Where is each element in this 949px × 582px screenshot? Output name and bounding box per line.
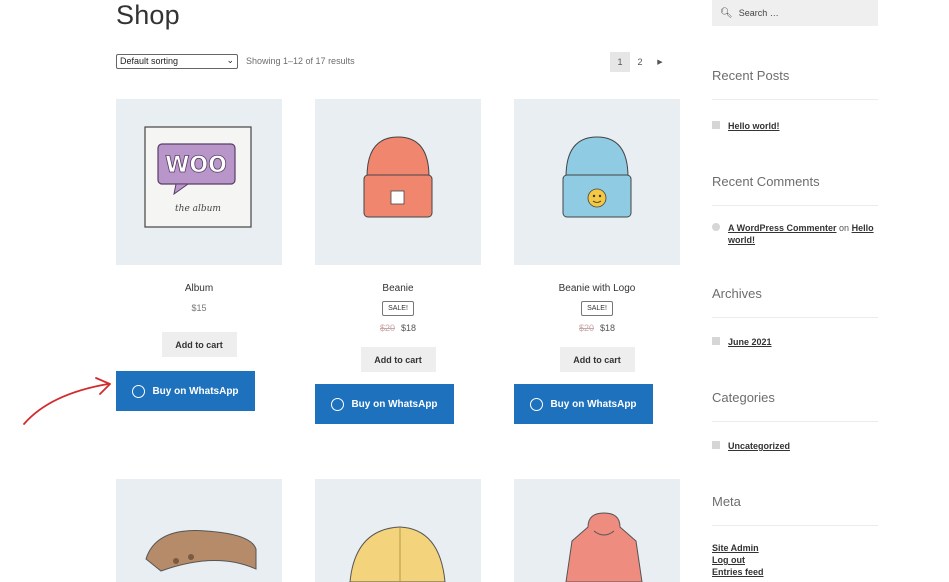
pagination: 1 2 ▶ [610,52,670,72]
album-art: WOO the album [144,126,252,228]
beanie-with-logo-illustration [562,136,632,218]
add-to-cart-button[interactable]: Add to cart [559,347,635,372]
whatsapp-icon [331,397,345,411]
divider [712,317,878,318]
page-1[interactable]: 1 [610,52,630,72]
cap-illustration [349,526,446,582]
sale-badge: SALE! [382,301,414,316]
divider [712,421,878,422]
search-placeholder: Search … [738,8,779,18]
annotation-arrow [23,377,111,425]
category-item: Uncategorized [712,436,878,454]
buy-on-whatsapp-button[interactable]: Buy on WhatsApp [315,384,454,424]
product-image-beanie[interactable] [315,99,481,265]
product-name[interactable]: Album [116,283,282,294]
beanie-illustration [363,136,433,218]
product-card-album: WOO the album Album $15 Add to cart Buy … [116,99,282,411]
buy-on-whatsapp-button[interactable]: Buy on WhatsApp [116,371,255,411]
recent-comments-title: Recent Comments [712,174,820,189]
product-image-cap[interactable] [315,479,481,582]
folder-icon [712,440,720,449]
comment-author-link[interactable]: A WordPress Commenter [728,223,837,233]
comment-on-text: on [839,223,850,233]
whatsapp-icon [132,384,146,398]
product-image-beanie-with-logo[interactable] [514,99,680,265]
divider [712,99,878,100]
album-caption-text: the album [175,204,221,214]
product-name[interactable]: Beanie [315,283,481,294]
current-price: $18 [600,323,616,333]
product-price: $20 $18 [514,323,680,333]
document-icon [712,120,720,129]
product-image-album[interactable]: WOO the album [116,99,282,265]
divider [712,205,878,206]
chevron-down-icon: ⌄ [226,55,234,65]
add-to-cart-button[interactable]: Add to cart [360,347,436,372]
whatsapp-icon [530,397,544,411]
buy-on-whatsapp-button[interactable]: Buy on WhatsApp [514,384,653,424]
album-logo-text: WOO [165,153,227,178]
search-input[interactable]: 🔍︎ Search … [712,0,878,26]
recent-post-link[interactable]: Hello world! [728,121,780,131]
current-price: $18 [401,323,417,333]
page-title: Shop [116,0,180,30]
buy-on-whatsapp-label: Buy on WhatsApp [351,398,438,410]
buy-on-whatsapp-label: Buy on WhatsApp [152,385,239,397]
archive-link[interactable]: June 2021 [728,337,772,347]
comment-icon [712,223,720,231]
site-admin-link[interactable]: Site Admin [712,542,878,554]
product-name[interactable]: Beanie with Logo [514,283,680,294]
log-out-link[interactable]: Log out [712,554,878,566]
product-card-beanie: Beanie SALE! $20 $18 Add to cart Buy on W… [315,99,481,424]
buy-on-whatsapp-label: Buy on WhatsApp [550,398,637,410]
page-2[interactable]: 2 [630,52,650,72]
hoodie-illustration [565,512,643,582]
sidebar: 🔍︎ Search … Recent Posts Hello world! Re… [712,0,878,578]
sort-select[interactable]: Default sorting ⌄ [116,54,238,69]
divider [712,525,878,526]
product-price: $20 $18 [315,323,481,333]
meta-links: Site Admin Log out Entries feed [712,542,878,578]
next-page-icon[interactable]: ▶ [650,52,670,72]
search-icon: 🔍︎ [720,7,733,19]
result-count: Showing 1–12 of 17 results [246,56,355,66]
add-to-cart-button[interactable]: Add to cart [161,332,237,357]
sort-select-value: Default sorting [120,56,179,66]
recent-posts-title: Recent Posts [712,68,790,83]
product-image-belt[interactable] [116,479,282,582]
entries-feed-link[interactable]: Entries feed [712,566,878,578]
folder-icon [712,336,720,345]
old-price: $20 [379,323,395,333]
categories-title: Categories [712,390,775,405]
product-price: $15 [191,303,207,313]
belt-illustration [145,530,257,572]
meta-title: Meta [712,494,741,509]
old-price: $20 [578,323,594,333]
product-image-hoodie[interactable] [514,479,680,582]
sale-badge: SALE! [581,301,613,316]
archives-title: Archives [712,286,762,301]
recent-comment-item: A WordPress Commenter on Hello world! [712,222,878,246]
category-link[interactable]: Uncategorized [728,441,790,451]
archive-item: June 2021 [712,332,878,350]
product-card-beanie-with-logo: Beanie with Logo SALE! $20 $18 Add to car… [514,99,680,424]
recent-posts-item: Hello world! [712,116,878,134]
